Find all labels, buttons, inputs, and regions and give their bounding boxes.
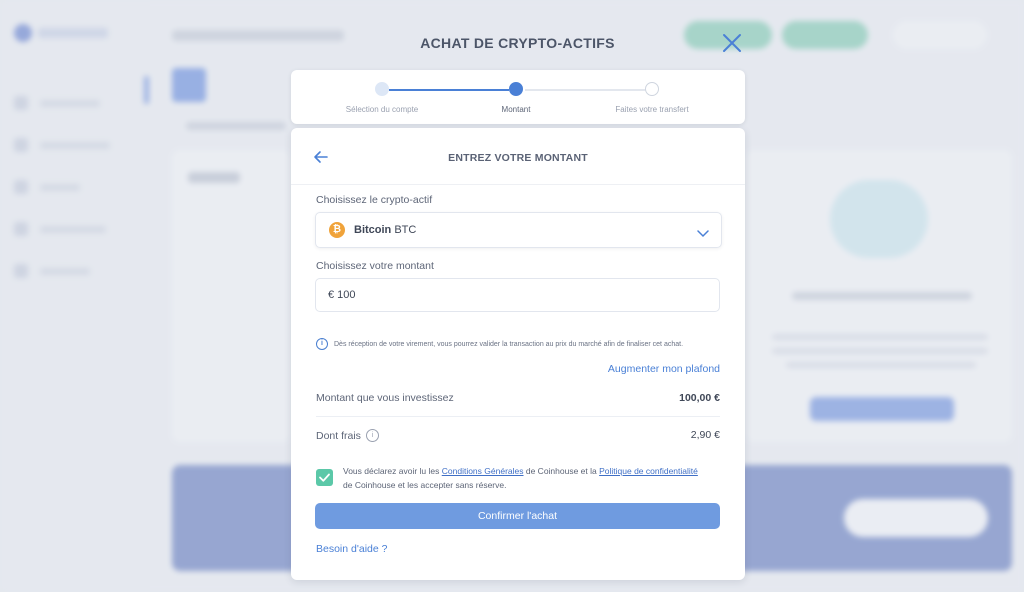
step-dot-account bbox=[375, 82, 389, 96]
raise-limit-link[interactable]: Augmenter mon plafond bbox=[608, 363, 720, 375]
fees-label: Dont frais bbox=[316, 429, 361, 442]
step-dot-amount bbox=[509, 82, 523, 96]
fees-value: 2,90 € bbox=[690, 429, 720, 441]
fees-label-wrap: Dont frais i bbox=[316, 429, 379, 442]
chevron-down-icon bbox=[697, 225, 709, 238]
panel-title: ENTREZ VOTRE MONTANT bbox=[448, 152, 588, 164]
info-row: i Dès réception de votre virement, vous … bbox=[316, 338, 683, 350]
modal-title: ACHAT DE CRYPTO-ACTIFS bbox=[420, 35, 615, 51]
terms-link-privacy[interactable]: Politique de confidentialité bbox=[599, 466, 698, 476]
help-link[interactable]: Besoin d'aide ? bbox=[316, 543, 387, 555]
info-icon: i bbox=[316, 338, 328, 350]
amount-input[interactable] bbox=[315, 278, 720, 312]
amount-label: Choisissez votre montant bbox=[316, 260, 434, 272]
info-text: Dès réception de votre virement, vous po… bbox=[334, 340, 684, 348]
crypto-select[interactable]: ₿ Bitcoin BTC bbox=[315, 212, 722, 248]
fees-row: Dont frais i 2,90 € bbox=[316, 429, 720, 467]
invest-row: Montant que vous investissez 100,00 € bbox=[316, 392, 720, 430]
fees-info-icon[interactable]: i bbox=[365, 429, 379, 442]
step-label-transfer: Faites votre transfert bbox=[615, 105, 689, 114]
step-label-amount: Montant bbox=[501, 105, 531, 114]
terms-text: Vous déclarez avoir lu les Conditions Gé… bbox=[343, 466, 698, 490]
close-icon[interactable] bbox=[721, 32, 743, 54]
divider bbox=[316, 416, 720, 417]
amount-panel: ENTREZ VOTRE MONTANT Choisissez le crypt… bbox=[291, 128, 745, 580]
invest-value: 100,00 € bbox=[679, 392, 720, 404]
terms-checkbox[interactable] bbox=[316, 469, 333, 486]
invest-label: Montant que vous investissez bbox=[316, 392, 454, 404]
confirm-button[interactable]: Confirmer l'achat bbox=[315, 503, 720, 529]
bitcoin-icon: ₿ bbox=[329, 222, 345, 238]
crypto-label: Choisissez le crypto-actif bbox=[316, 194, 433, 206]
progress-stepper: Sélection du compte Montant Faites votre… bbox=[291, 70, 745, 124]
step-dot-transfer bbox=[645, 82, 659, 96]
panel-header: ENTREZ VOTRE MONTANT bbox=[291, 128, 745, 185]
step-label-account: Sélection du compte bbox=[345, 105, 419, 114]
crypto-select-value: Bitcoin BTC bbox=[354, 224, 417, 236]
terms-link-cg[interactable]: Conditions Générales bbox=[442, 466, 524, 476]
